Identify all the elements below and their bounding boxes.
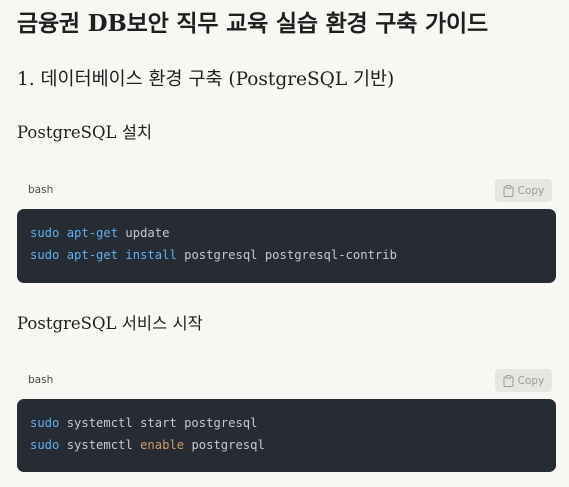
copy-button-label: Copy: [517, 374, 545, 387]
code-line: sudo systemctl start postgresql: [30, 412, 543, 434]
code-token-cmd: sudo: [30, 226, 60, 240]
subsection-heading-install: PostgreSQL 설치: [17, 123, 153, 142]
code-token-cmd: apt-get: [66, 248, 119, 262]
code-block-install[interactable]: sudo apt-get update sudo apt-get install …: [17, 209, 556, 283]
copy-button-label: Copy: [517, 184, 545, 197]
code-token-plain: update: [118, 226, 170, 240]
code-token-cmd: install: [125, 248, 177, 262]
guide-page: 금융권 DB보안 직무 교육 실습 환경 구축 가이드 1. 데이터베이스 환경…: [0, 0, 569, 487]
copy-button[interactable]: Copy: [495, 179, 552, 202]
subsection-heading-service-start: PostgreSQL 서비스 시작: [17, 314, 203, 333]
code-header-service-start: bash Copy: [17, 366, 556, 396]
code-token-cmd: sudo: [30, 438, 60, 452]
code-line: sudo apt-get install postgresql postgres…: [30, 244, 543, 266]
copy-button[interactable]: Copy: [495, 369, 552, 392]
code-token-plain: postgresql postgresql-contrib: [176, 248, 397, 262]
code-token-kw: enable: [140, 438, 185, 452]
page-title: 금융권 DB보안 직무 교육 실습 환경 구축 가이드: [17, 10, 488, 37]
code-language-label: bash: [28, 184, 54, 196]
code-line: sudo apt-get update: [30, 222, 543, 244]
section-heading: 1. 데이터베이스 환경 구축 (PostgreSQL 기반): [17, 69, 395, 90]
code-language-label: bash: [28, 374, 54, 386]
code-token-plain: systemctl: [59, 438, 141, 452]
code-token-plain: postgresql: [184, 438, 265, 452]
clipboard-icon: [503, 184, 514, 197]
code-token-cmd: apt-get: [66, 226, 119, 240]
clipboard-icon: [503, 374, 514, 387]
code-line: sudo systemctl enable postgresql: [30, 434, 543, 456]
code-token-cmd: sudo: [30, 248, 60, 262]
code-block-service-start[interactable]: sudo systemctl start postgresql sudo syst…: [17, 399, 556, 472]
code-token-cmd: sudo: [30, 416, 60, 430]
code-header-install: bash Copy: [17, 176, 556, 206]
code-token-plain: systemctl start postgresql: [59, 416, 258, 430]
